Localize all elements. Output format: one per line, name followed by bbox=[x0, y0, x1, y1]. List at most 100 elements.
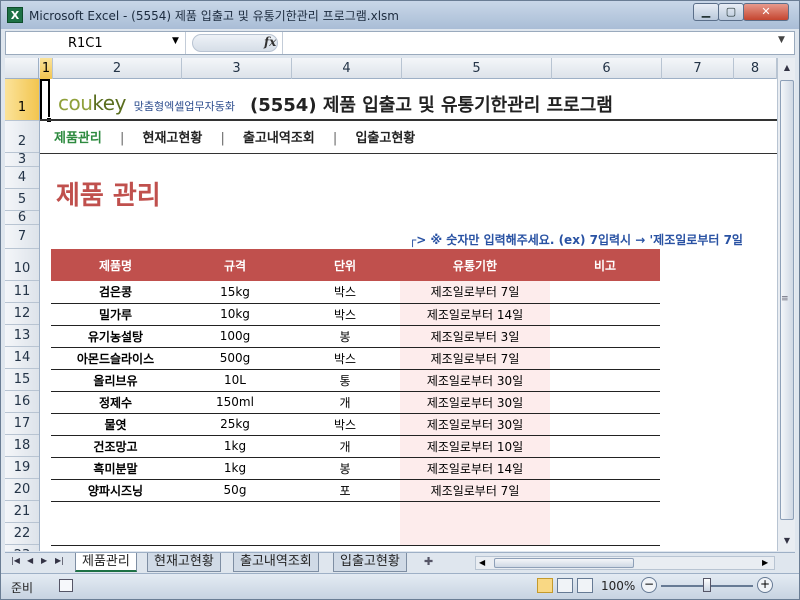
scroll-up-icon[interactable]: ▲ bbox=[779, 60, 795, 76]
cell-note[interactable] bbox=[550, 479, 660, 502]
tab-product-management[interactable]: 제품관리 bbox=[75, 553, 137, 572]
cell-spec[interactable]: 500g bbox=[180, 347, 290, 370]
row-header[interactable]: 15 bbox=[5, 369, 39, 391]
empty-cell[interactable] bbox=[51, 501, 180, 523]
cell-expiry[interactable]: 제조일로부터 14일 bbox=[400, 303, 550, 326]
cell-expiry[interactable]: 제조일로부터 10일 bbox=[400, 435, 550, 458]
cell-note[interactable] bbox=[550, 347, 660, 370]
page-break-view-icon[interactable] bbox=[577, 578, 593, 593]
cell-spec[interactable]: 10L bbox=[180, 369, 290, 392]
cell-note[interactable] bbox=[550, 303, 660, 326]
first-sheet-icon[interactable]: |◀ bbox=[11, 556, 20, 565]
cell-expiry[interactable]: 제조일로부터 7일 bbox=[400, 479, 550, 502]
cell-spec[interactable]: 50g bbox=[180, 479, 290, 502]
row-header[interactable]: 14 bbox=[5, 347, 39, 369]
empty-cell[interactable] bbox=[550, 501, 660, 523]
row-header[interactable]: 22 bbox=[5, 523, 39, 545]
empty-cell[interactable] bbox=[51, 523, 180, 546]
cell-note[interactable] bbox=[550, 369, 660, 392]
empty-cell[interactable] bbox=[550, 523, 660, 546]
column-header[interactable]: 7 bbox=[662, 58, 734, 79]
cell-product-name[interactable]: 검은콩 bbox=[51, 281, 180, 304]
row-header[interactable]: 4 bbox=[5, 167, 39, 189]
column-product-name[interactable]: 제품명 bbox=[51, 249, 180, 281]
zoom-level[interactable]: 100% bbox=[601, 579, 635, 593]
cell-expiry[interactable]: 제조일로부터 3일 bbox=[400, 325, 550, 348]
scroll-down-icon[interactable]: ▼ bbox=[779, 533, 795, 549]
cell-unit[interactable]: 통 bbox=[290, 369, 400, 392]
row-header[interactable]: 12 bbox=[5, 303, 39, 325]
excel-icon[interactable]: X bbox=[7, 7, 23, 23]
cell-product-name[interactable]: 유기농설탕 bbox=[51, 325, 180, 348]
cell-note[interactable] bbox=[550, 435, 660, 458]
horizontal-scrollbar[interactable]: ◀ ▶ bbox=[475, 556, 775, 570]
empty-cell[interactable] bbox=[180, 523, 290, 546]
close-button[interactable]: ✕ bbox=[743, 3, 789, 21]
cell-note[interactable] bbox=[550, 281, 660, 304]
row-header[interactable]: 3 bbox=[5, 153, 39, 167]
cell-spec[interactable]: 150ml bbox=[180, 391, 290, 414]
minimize-button[interactable]: ▁ bbox=[693, 3, 719, 21]
row-header[interactable]: 11 bbox=[5, 281, 39, 303]
horizontal-scroll-thumb[interactable] bbox=[494, 558, 634, 568]
name-box[interactable]: R1C1 ▼ bbox=[6, 32, 186, 54]
cell-spec[interactable]: 1kg bbox=[180, 457, 290, 480]
nav-item-inout-status[interactable]: 입출고현황 bbox=[355, 127, 415, 146]
row-header[interactable]: 19 bbox=[5, 457, 39, 479]
row-header[interactable]: 13 bbox=[5, 325, 39, 347]
row-header[interactable]: 17 bbox=[5, 413, 39, 435]
cell-unit[interactable]: 박스 bbox=[290, 303, 400, 326]
cell-spec[interactable]: 1kg bbox=[180, 435, 290, 458]
row-header[interactable]: 5 bbox=[5, 189, 39, 211]
column-spec[interactable]: 규격 bbox=[180, 249, 290, 281]
column-expiry[interactable]: 유통기한 bbox=[400, 249, 550, 281]
row-header[interactable]: 18 bbox=[5, 435, 39, 457]
zoom-out-button[interactable]: − bbox=[641, 577, 657, 593]
column-header[interactable]: 6 bbox=[552, 58, 662, 79]
cell-unit[interactable]: 박스 bbox=[290, 281, 400, 304]
row-header[interactable]: 23 bbox=[5, 545, 39, 551]
empty-cell[interactable] bbox=[180, 501, 290, 523]
cell-unit[interactable]: 포 bbox=[290, 479, 400, 502]
cell-product-name[interactable]: 물엿 bbox=[51, 413, 180, 436]
formula-input[interactable] bbox=[282, 32, 772, 54]
worksheet-grid[interactable]: coukey 맞춤형엑셀업무자동화 (5554) 제품 입출고 및 유통기한관리… bbox=[40, 79, 777, 551]
tab-inout-status[interactable]: 입출고현황 bbox=[333, 553, 407, 572]
column-unit[interactable]: 단위 bbox=[290, 249, 400, 281]
cell-note[interactable] bbox=[550, 413, 660, 436]
column-header[interactable]: 3 bbox=[182, 58, 292, 79]
prev-sheet-icon[interactable]: ◀ bbox=[27, 556, 33, 565]
cell-product-name[interactable]: 아몬드슬라이스 bbox=[51, 347, 180, 370]
scroll-left-icon[interactable]: ◀ bbox=[479, 558, 485, 567]
cell-spec[interactable]: 100g bbox=[180, 325, 290, 348]
select-all-corner[interactable] bbox=[5, 58, 39, 79]
tab-shipment-history[interactable]: 출고내역조회 bbox=[233, 553, 319, 572]
cell-expiry[interactable]: 제조일로부터 14일 bbox=[400, 457, 550, 480]
cell-expiry[interactable]: 제조일로부터 7일 bbox=[400, 281, 550, 304]
cell-unit[interactable]: 봉 bbox=[290, 457, 400, 480]
cell-expiry[interactable]: 제조일로부터 7일 bbox=[400, 347, 550, 370]
empty-cell[interactable] bbox=[290, 501, 400, 523]
cell-note[interactable] bbox=[550, 457, 660, 480]
row-header[interactable]: 20 bbox=[5, 479, 39, 501]
cell-unit[interactable]: 박스 bbox=[290, 347, 400, 370]
row-header[interactable]: 1 bbox=[5, 79, 39, 121]
maximize-button[interactable]: ▢ bbox=[718, 3, 744, 21]
cell-product-name[interactable]: 양파시즈닝 bbox=[51, 479, 180, 502]
cell-expiry[interactable]: 제조일로부터 30일 bbox=[400, 413, 550, 436]
nav-item-shipment-history[interactable]: 출고내역조회 bbox=[243, 127, 315, 146]
cell-note[interactable] bbox=[550, 391, 660, 414]
cell-spec[interactable]: 15kg bbox=[180, 281, 290, 304]
macro-record-icon[interactable] bbox=[59, 579, 73, 592]
cell-unit[interactable]: 박스 bbox=[290, 413, 400, 436]
row-header[interactable]: 21 bbox=[5, 501, 39, 523]
column-header[interactable]: 2 bbox=[53, 58, 182, 79]
cell-unit[interactable]: 개 bbox=[290, 435, 400, 458]
nav-item-current-stock[interactable]: 현재고현황 bbox=[143, 127, 203, 146]
cell-unit[interactable]: 개 bbox=[290, 391, 400, 414]
chevron-down-icon[interactable]: ▼ bbox=[172, 36, 179, 46]
cell-note[interactable] bbox=[550, 325, 660, 348]
cell-product-name[interactable]: 정제수 bbox=[51, 391, 180, 414]
cell-spec[interactable]: 25kg bbox=[180, 413, 290, 436]
cell-spec[interactable]: 10kg bbox=[180, 303, 290, 326]
